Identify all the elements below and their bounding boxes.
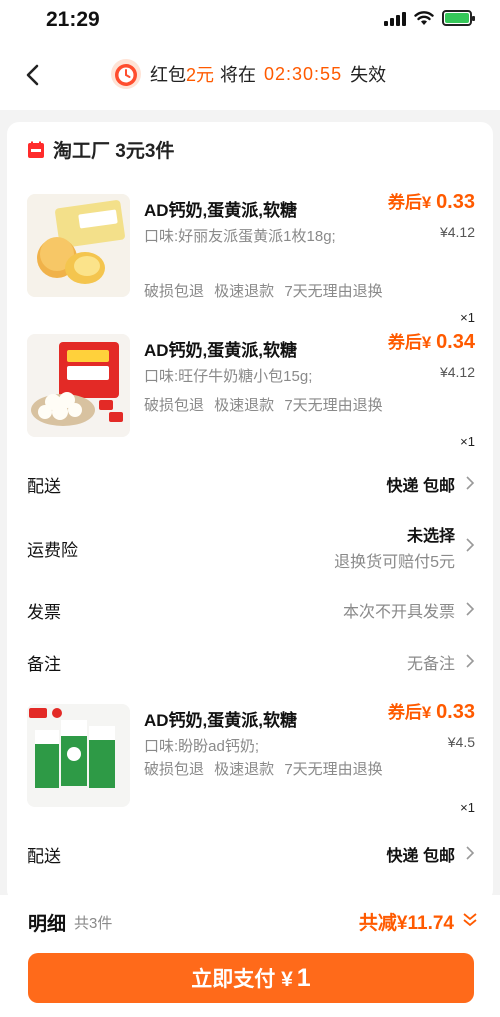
- shipping-insurance-row[interactable]: 运费险 未选择 退换货可赔付5元: [7, 518, 493, 574]
- red-packet-mid: 将在: [220, 65, 257, 85]
- item-quantity: ×1: [460, 310, 475, 325]
- wifi-icon: [414, 11, 434, 25]
- original-price: ¥4.5: [447, 734, 475, 750]
- original-price: ¥4.12: [439, 224, 475, 240]
- chevron-right-icon: [466, 602, 475, 616]
- item-title: AD钙奶,蛋黄派,软糖: [144, 711, 297, 730]
- invoice-row[interactable]: 发票 本次不开具发票: [7, 592, 493, 632]
- item-price: 券后¥ 0.33: [388, 188, 475, 214]
- item-service-tags: 破损包退 极速退款 7天无理由退换: [144, 397, 383, 414]
- countdown-timer: 02:30:55: [264, 63, 343, 84]
- note-value: 无备注: [406, 656, 455, 673]
- detail-label[interactable]: 明细: [28, 909, 66, 936]
- header: 红包 2元 将在 02:30:55 失效: [0, 40, 500, 110]
- delivery-row[interactable]: 配送 快递 包邮: [7, 466, 493, 506]
- order-card: 淘工厂 3元3件 AD钙奶,蛋黄派,软糖 口味:好丽友派蛋黄派1枚18g; 破损…: [7, 122, 493, 902]
- total-saving[interactable]: 共减¥11.74: [359, 908, 454, 935]
- price-value: 0.33: [436, 701, 475, 723]
- shop-header[interactable]: 淘工厂 3元3件: [27, 136, 174, 163]
- invoice-label: 发票: [27, 603, 61, 622]
- item-spec[interactable]: 口味:盼盼ad钙奶;: [144, 736, 374, 758]
- status-bar: 21:29: [0, 0, 500, 40]
- item-price: 券后¥ 0.33: [388, 698, 475, 724]
- red-packet-prefix: 红包: [150, 65, 186, 85]
- item-service-tags: 破损包退 极速退款 7天无理由退换: [144, 761, 383, 778]
- product-image-egg-pie[interactable]: [27, 194, 130, 297]
- delivery-row[interactable]: 配送 快递 包邮: [7, 836, 493, 876]
- delivery-label: 配送: [27, 477, 61, 496]
- item-spec[interactable]: 口味:旺仔牛奶糖小包15g;: [144, 366, 374, 388]
- red-packet-countdown: 红包 2元 将在 02:30:55 失效: [110, 58, 386, 90]
- pay-amount: 1: [296, 963, 311, 992]
- checkout-bar: 明细 共3件 共减¥11.74 立即支付 ¥ 1: [0, 895, 500, 1017]
- delivery-label: 配送: [27, 847, 61, 866]
- order-item[interactable]: AD钙奶,蛋黄派,软糖 口味:盼盼ad钙奶; 破损包退 极速退款 7天无理由退换…: [7, 701, 493, 834]
- chevron-right-icon: [466, 654, 475, 668]
- shop-name: 淘工厂 3元3件: [53, 141, 175, 162]
- order-item[interactable]: AD钙奶,蛋黄派,软糖 口味:好丽友派蛋黄派1枚18g; 破损包退 极速退款 7…: [7, 191, 493, 325]
- delivery-value: 快递 包邮: [386, 478, 455, 495]
- shop-icon: [28, 141, 44, 158]
- red-packet-suffix: 失效: [350, 65, 387, 85]
- item-quantity: ×1: [460, 434, 475, 449]
- insurance-value: 未选择: [406, 528, 455, 545]
- back-icon[interactable]: [18, 60, 48, 90]
- item-quantity: ×1: [460, 800, 475, 815]
- battery-icon: [442, 10, 475, 26]
- status-time: 21:29: [46, 8, 100, 31]
- status-icons: [384, 10, 475, 26]
- invoice-value: 本次不开具发票: [342, 604, 455, 621]
- double-chevron-down-icon[interactable]: [462, 912, 478, 928]
- chevron-right-icon: [466, 476, 475, 490]
- product-image-ad-milk[interactable]: [27, 704, 130, 807]
- pay-label: 立即支付 ¥: [191, 968, 293, 991]
- chevron-right-icon: [466, 538, 475, 552]
- pay-now-button[interactable]: 立即支付 ¥ 1: [28, 953, 474, 1003]
- note-label: 备注: [27, 655, 61, 674]
- insurance-sub: 退换货可赔付5元: [334, 554, 455, 571]
- chevron-right-icon: [466, 846, 475, 860]
- price-prefix: 券后¥: [387, 193, 432, 212]
- price-value: 0.33: [436, 191, 475, 213]
- item-service-tags: 破损包退 极速退款 7天无理由退换: [144, 283, 383, 300]
- note-row[interactable]: 备注 无备注: [7, 644, 493, 684]
- item-title: AD钙奶,蛋黄派,软糖: [144, 341, 297, 360]
- original-price: ¥4.12: [439, 364, 475, 380]
- red-packet-amount: 2元: [186, 65, 215, 85]
- price-value: 0.34: [436, 331, 475, 353]
- order-item[interactable]: AD钙奶,蛋黄派,软糖 口味:旺仔牛奶糖小包15g; 破损包退 极速退款 7天无…: [7, 331, 493, 464]
- item-title: AD钙奶,蛋黄派,软糖: [144, 201, 297, 220]
- alarm-clock-icon: [111, 59, 141, 89]
- product-image-milk-candy[interactable]: [27, 334, 130, 437]
- item-price: 券后¥ 0.34: [388, 328, 475, 354]
- delivery-value: 快递 包邮: [386, 848, 455, 865]
- insurance-label: 运费险: [27, 541, 78, 560]
- price-prefix: 券后¥: [387, 333, 432, 352]
- item-spec[interactable]: 口味:好丽友派蛋黄派1枚18g;: [144, 226, 344, 248]
- signal-icon: [384, 10, 406, 26]
- detail-count: 共3件: [74, 915, 113, 932]
- price-prefix: 券后¥: [387, 703, 432, 722]
